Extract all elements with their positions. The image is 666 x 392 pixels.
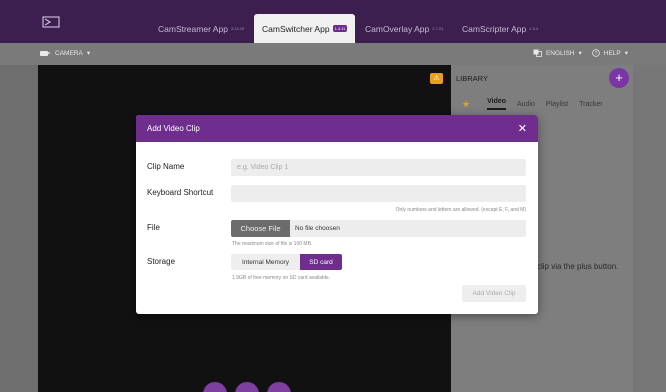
keyboard-shortcut-label: Keyboard Shortcut — [147, 188, 214, 197]
storage-sd-card[interactable]: SD card — [300, 254, 342, 270]
file-name-display: No file choosen — [290, 220, 526, 237]
tab-camswitcher[interactable]: CamSwitcher App 1.4.11 — [254, 14, 356, 43]
library-empty-text: clip via the plus button. — [537, 262, 619, 271]
storage-internal-memory[interactable]: Internal Memory — [231, 254, 300, 270]
tab-tracker[interactable]: Tracker — [579, 101, 602, 108]
clip-name-input[interactable]: e.g. Video Clip 1 — [231, 159, 526, 176]
tab-version: 1.4.11 — [332, 25, 348, 32]
help-icon: ? — [591, 49, 600, 57]
language-selector[interactable]: ENGLISH — [546, 50, 575, 57]
add-video-clip-dialog: Add Video Clip ✕ Clip Name e.g. Video Cl… — [136, 115, 538, 314]
toolbar: CAMERA ▾ ENGLISH ▾ ? HELP ▾ — [0, 43, 666, 65]
tab-audio[interactable]: Audio — [517, 101, 535, 108]
dialog-title: Add Video Clip — [147, 124, 200, 133]
app-logo-icon[interactable] — [42, 16, 60, 28]
tab-playlist[interactable]: Playlist — [546, 101, 568, 108]
tab-label: CamStreamer App — [158, 23, 228, 34]
right-edge-panel — [633, 65, 666, 392]
app-header: CamStreamer App 3.14.19 CamSwitcher App … — [0, 0, 666, 43]
add-video-clip-button[interactable]: Add Video Clip — [462, 285, 526, 302]
warning-icon[interactable]: ⚠ — [430, 73, 443, 84]
dialog-header: Add Video Clip ✕ — [136, 115, 538, 142]
add-clip-button[interactable]: + — [609, 68, 629, 88]
language-icon — [533, 49, 542, 57]
file-size-hint: The maximum size of file is 100 MB. — [232, 241, 313, 247]
chevron-down-icon: ▾ — [624, 50, 628, 57]
close-icon[interactable]: ✕ — [518, 122, 527, 135]
svg-text:?: ? — [594, 51, 597, 57]
tab-label: CamSwitcher App — [262, 23, 330, 34]
tab-version: 2.7.21 — [432, 26, 444, 31]
clip-name-label: Clip Name — [147, 162, 185, 171]
file-label: File — [147, 223, 160, 232]
storage-label: Storage — [147, 257, 176, 266]
chevron-down-icon: ▾ — [578, 50, 582, 57]
chevron-down-icon: ▾ — [86, 50, 91, 57]
shortcut-hint: Only numbers and letters are allowed. (e… — [395, 207, 526, 213]
library-title: LIBRARY — [456, 74, 488, 83]
star-icon[interactable]: ★ — [462, 99, 470, 110]
tab-video[interactable]: Video — [487, 98, 507, 110]
keyboard-shortcut-input[interactable] — [231, 185, 526, 202]
storage-hint: 1.9GB of free memory on SD card availabl… — [232, 275, 331, 281]
tab-label: CamOverlay App — [365, 23, 430, 34]
tab-camscripter[interactable]: CamScripter App 1.3.4 — [454, 14, 546, 43]
toolbar-right: ENGLISH ▾ ? HELP ▾ — [533, 49, 628, 57]
tab-version: 3.14.19 — [230, 26, 245, 31]
tab-camstreamer[interactable]: CamStreamer App 3.14.19 — [150, 14, 252, 43]
library-tabs: ★ Video Audio Playlist Tracker — [462, 98, 603, 110]
camera-icon — [40, 50, 51, 56]
help-menu[interactable]: HELP — [604, 50, 621, 57]
tab-label: CamScripter App — [462, 23, 527, 34]
tab-camoverlay[interactable]: CamOverlay App 2.7.21 — [357, 14, 451, 43]
camera-label: CAMERA — [55, 49, 83, 57]
choose-file-button[interactable]: Choose File — [231, 220, 290, 237]
camera-selector[interactable]: CAMERA ▾ — [40, 49, 90, 57]
tab-version: 1.3.4 — [529, 26, 539, 31]
